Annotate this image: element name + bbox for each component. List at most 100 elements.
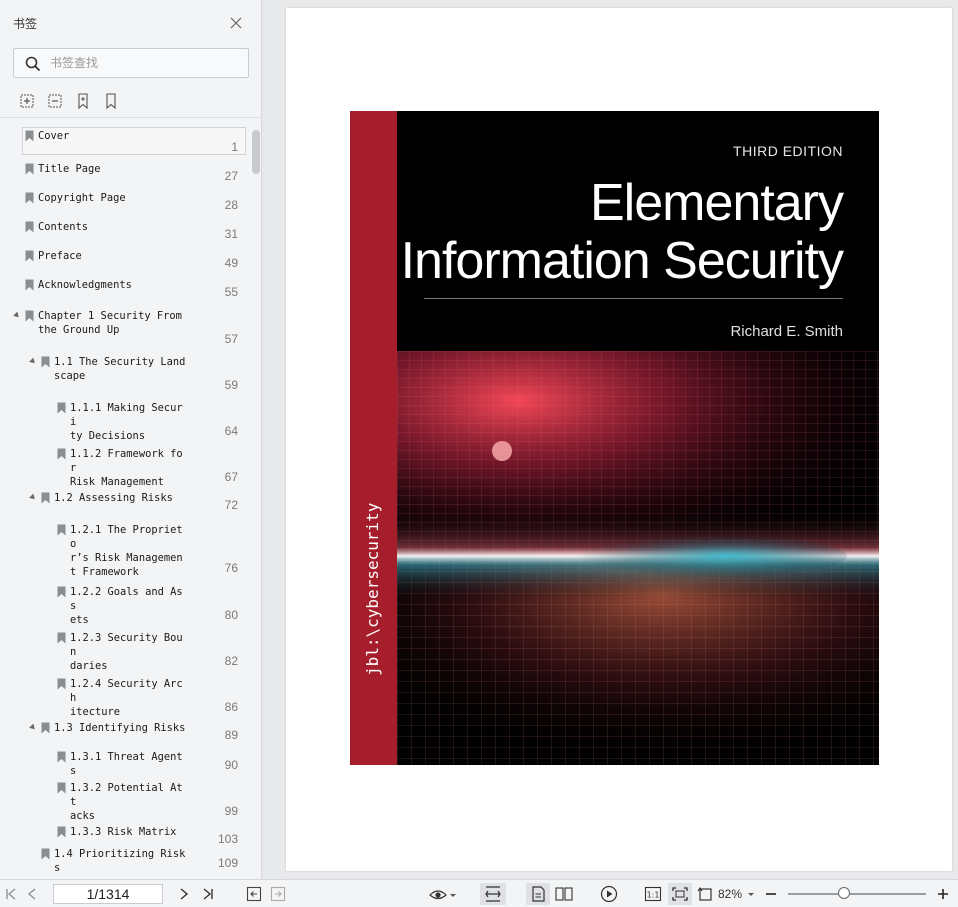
bookmark-icon [57,826,66,838]
bookmark-icon [25,310,34,322]
cover-series-label: jbl:\cybersecurity [363,502,382,676]
read-mode-eye-icon[interactable] [428,885,458,903]
bookmark-label: Title Page [38,163,101,175]
expand-toggle-icon[interactable] [29,493,37,502]
close-icon[interactable] [229,16,243,30]
bookmark-page-number: 72 [224,498,238,512]
cover-author: Richard E. Smith [730,323,843,340]
page-number-input[interactable]: 1/1314 [53,884,163,904]
bookmark-label: 1.3.1 Threat Agents [70,751,183,777]
expand-all-icon[interactable] [18,92,36,110]
bookmark-label: Preface [38,250,82,262]
bookmark-page-number: 89 [224,728,238,742]
expand-toggle-icon[interactable] [29,357,37,366]
bookmark-icon [41,722,50,734]
previous-page-icon[interactable] [26,885,38,903]
bookmark-label: Cover [38,130,70,142]
fit-page-icon[interactable] [668,883,692,905]
bookmark-label: 1.1.1 Making Securi ty Decisions [70,402,183,442]
bookmark-label: 1.3.2 Potential Att acks [70,782,183,822]
bookmark-icon [57,524,66,536]
bookmark-icon [25,279,34,291]
bookmark-search-input[interactable] [50,54,240,72]
bookmark-label: 1.2 Assessing Risks [54,492,173,504]
book-cover: jbl:\cybersecurity THIRD EDITION Element… [350,111,879,765]
zoom-slider-handle[interactable] [838,887,850,899]
bookmark-icon [57,448,66,460]
zoom-level[interactable]: 82% [718,887,742,901]
divider [0,117,262,118]
bookmark-page-number: 27 [224,169,238,183]
bookmark-icon [25,130,34,142]
bookmark-page-number: 86 [224,700,238,714]
bookmark-label: 1.2.2 Goals and Ass ets [70,586,183,626]
expand-toggle-icon[interactable] [29,723,37,732]
bookmark-page-number: 109 [217,856,238,870]
actual-size-icon[interactable]: 1:1 [644,885,662,903]
bookmark-page-number: 76 [224,561,238,575]
cover-edition: THIRD EDITION [733,143,843,159]
bookmark-page-number: 82 [224,654,238,668]
bottom-toolbar: 1/1314 1:1 82% [0,879,958,907]
bookmark-icon [57,402,66,414]
rotate-icon[interactable] [697,885,715,903]
back-view-icon[interactable] [246,885,262,903]
bookmark-panel: 书签 Cover 1 Title Page 27 Copyright Page 28 Con… [0,0,262,879]
bookmark-label: 1.1 The Security Land scape [54,356,186,382]
zoom-dropdown-icon[interactable] [747,885,755,903]
bookmark-icon [57,632,66,644]
bookmark-page-number: 31 [224,227,238,241]
bookmark-label: 1.3 Identifying Risks [54,722,186,734]
bookmark-page-number: 64 [224,424,238,438]
play-icon[interactable] [599,885,619,903]
zoom-in-icon[interactable] [936,885,950,903]
bookmark-icon[interactable] [102,92,120,110]
bookmark-icon [25,221,34,233]
document-page: jbl:\cybersecurity THIRD EDITION Element… [286,8,952,871]
expand-toggle-icon[interactable] [13,311,21,320]
zoom-slider-track[interactable] [788,893,926,895]
bookmark-tree: Cover 1 Title Page 27 Copyright Page 28 Conten… [0,124,250,876]
bookmark-page-number: 1 [231,140,238,154]
first-page-icon[interactable] [4,885,18,903]
bookmark-page-number: 99 [224,804,238,818]
bookmark-page-number: 55 [224,285,238,299]
bookmark-icon [41,356,50,368]
bookmark-label: 1.2.3 Security Boun daries [70,632,183,672]
bookmark-icon [57,751,66,763]
bookmark-label: 1.3.3 Risk Matrix [70,826,177,838]
bookmark-page-number: 80 [224,608,238,622]
bookmark-icon [25,250,34,262]
document-viewport[interactable]: jbl:\cybersecurity THIRD EDITION Element… [263,0,958,879]
bookmark-icon [25,192,34,204]
bookmark-search-box[interactable] [13,48,249,78]
bookmark-panel-title: 书签 [13,17,38,31]
fit-width-icon[interactable] [480,883,506,905]
forward-view-icon[interactable] [270,885,286,903]
bookmark-page-number: 49 [224,256,238,270]
bookmark-page-number: 59 [224,378,238,392]
bookmark-label: 1.4 Prioritizing Risk s [54,848,186,874]
collapse-all-icon[interactable] [46,92,64,110]
add-bookmark-icon[interactable] [74,92,92,110]
bookmark-page-number: 67 [224,470,238,484]
next-page-icon[interactable] [178,885,190,903]
bookmark-icon [57,586,66,598]
bookmark-page-number: 90 [224,758,238,772]
bookmark-page-number: 103 [217,832,238,846]
svg-text:1:1: 1:1 [647,891,660,900]
cover-divider [424,298,843,299]
bookmark-page-number: 28 [224,198,238,212]
sidebar-scrollbar[interactable] [252,130,260,174]
cover-title-line1: Elementary [590,174,844,232]
bookmark-label: Copyright Page [38,192,126,204]
bookmark-icon [57,678,66,690]
bookmark-label: Chapter 1 Security From the Ground Up [38,310,182,336]
search-icon [25,56,41,72]
bookmark-page-number: 57 [224,332,238,346]
zoom-out-icon[interactable] [764,885,778,903]
two-page-icon[interactable] [554,885,574,903]
bookmark-label: 1.1.2 Framework for Risk Management [70,448,183,488]
single-page-icon[interactable] [526,883,550,905]
last-page-icon[interactable] [201,885,215,903]
